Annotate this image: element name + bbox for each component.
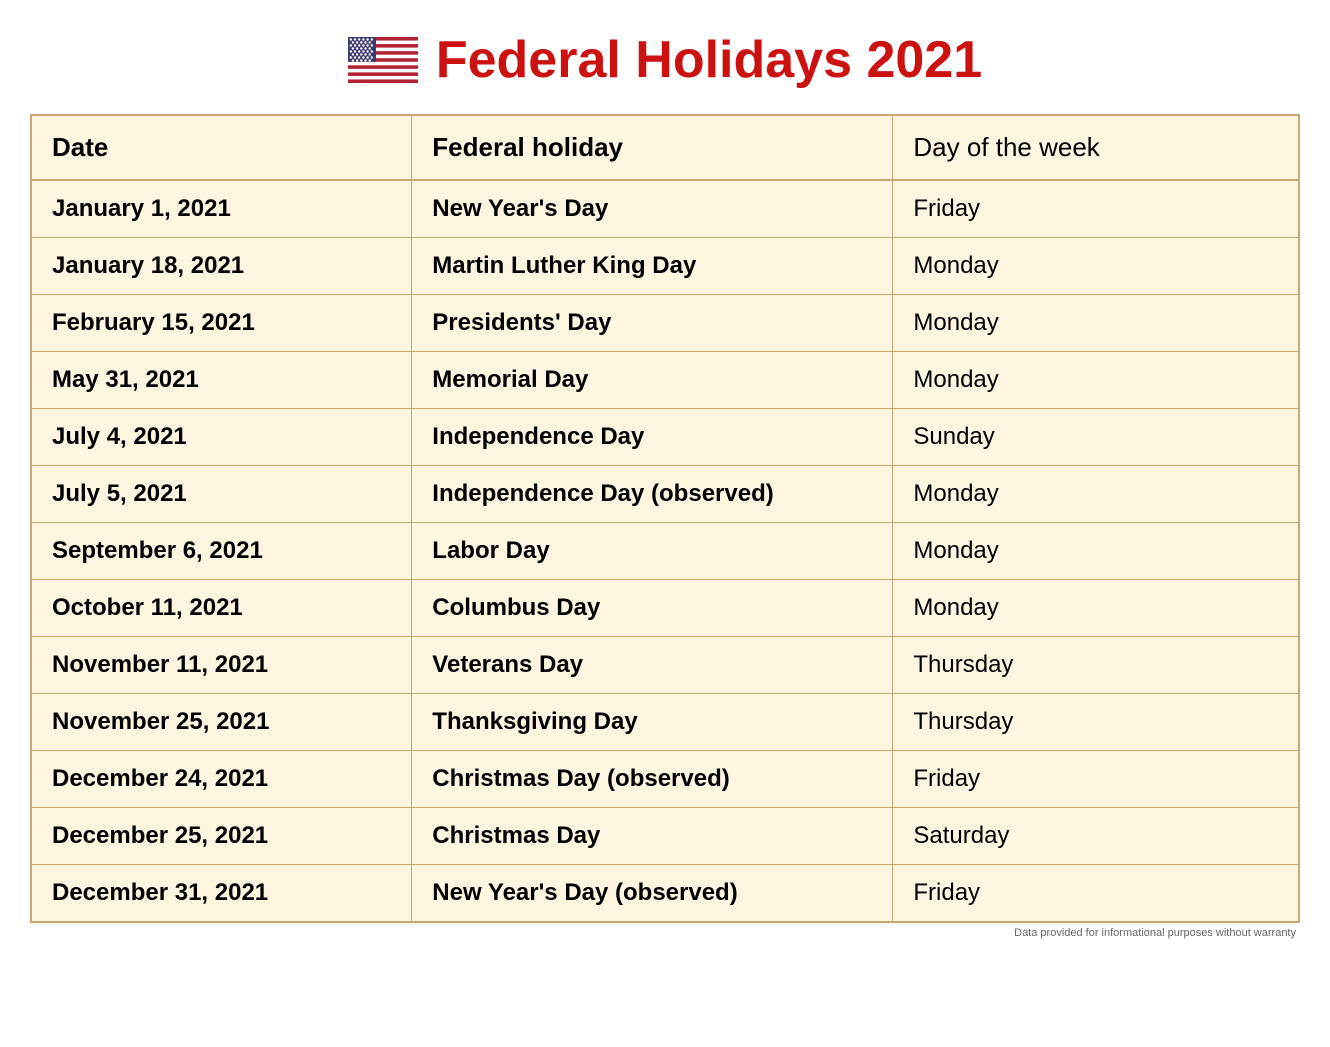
cell-holiday: Independence Day bbox=[412, 409, 893, 466]
cell-date: July 4, 2021 bbox=[32, 409, 412, 466]
cell-day: Thursday bbox=[893, 637, 1298, 694]
table-row: December 24, 2021Christmas Day (observed… bbox=[32, 751, 1298, 808]
cell-holiday: Presidents' Day bbox=[412, 295, 893, 352]
cell-day: Monday bbox=[893, 466, 1298, 523]
cell-holiday: Memorial Day bbox=[412, 352, 893, 409]
cell-day: Friday bbox=[893, 180, 1298, 238]
cell-holiday: Martin Luther King Day bbox=[412, 238, 893, 295]
table-row: November 25, 2021Thanksgiving DayThursda… bbox=[32, 694, 1298, 751]
cell-holiday: Labor Day bbox=[412, 523, 893, 580]
table-row: December 31, 2021New Year's Day (observe… bbox=[32, 865, 1298, 922]
cell-holiday: Christmas Day bbox=[412, 808, 893, 865]
table-row: February 15, 2021Presidents' DayMonday bbox=[32, 295, 1298, 352]
cell-holiday: Christmas Day (observed) bbox=[412, 751, 893, 808]
table-row: January 18, 2021Martin Luther King DayMo… bbox=[32, 238, 1298, 295]
cell-day: Friday bbox=[893, 865, 1298, 922]
table-row: July 4, 2021Independence DaySunday bbox=[32, 409, 1298, 466]
holidays-table-container: Date Federal holiday Day of the week Jan… bbox=[30, 114, 1300, 923]
cell-date: September 6, 2021 bbox=[32, 523, 412, 580]
cell-day: Friday bbox=[893, 751, 1298, 808]
cell-day: Monday bbox=[893, 295, 1298, 352]
cell-day: Saturday bbox=[893, 808, 1298, 865]
table-row: July 5, 2021Independence Day (observed)M… bbox=[32, 466, 1298, 523]
cell-holiday: Veterans Day bbox=[412, 637, 893, 694]
cell-date: November 25, 2021 bbox=[32, 694, 412, 751]
cell-date: May 31, 2021 bbox=[32, 352, 412, 409]
cell-date: December 25, 2021 bbox=[32, 808, 412, 865]
table-row: December 25, 2021Christmas DaySaturday bbox=[32, 808, 1298, 865]
cell-date: January 1, 2021 bbox=[32, 180, 412, 238]
cell-day: Monday bbox=[893, 352, 1298, 409]
cell-holiday: New Year's Day bbox=[412, 180, 893, 238]
cell-day: Thursday bbox=[893, 694, 1298, 751]
cell-day: Sunday bbox=[893, 409, 1298, 466]
page-header: Federal Holidays 2021 bbox=[348, 30, 982, 90]
cell-date: July 5, 2021 bbox=[32, 466, 412, 523]
column-header-date: Date bbox=[32, 116, 412, 180]
column-header-holiday: Federal holiday bbox=[412, 116, 893, 180]
cell-date: December 24, 2021 bbox=[32, 751, 412, 808]
cell-date: October 11, 2021 bbox=[32, 580, 412, 637]
footnote: Data provided for informational purposes… bbox=[30, 927, 1300, 939]
table-row: November 11, 2021Veterans DayThursday bbox=[32, 637, 1298, 694]
cell-date: November 11, 2021 bbox=[32, 637, 412, 694]
page-title: Federal Holidays 2021 bbox=[436, 30, 982, 90]
cell-date: January 18, 2021 bbox=[32, 238, 412, 295]
table-row: May 31, 2021Memorial DayMonday bbox=[32, 352, 1298, 409]
cell-holiday: Thanksgiving Day bbox=[412, 694, 893, 751]
cell-holiday: New Year's Day (observed) bbox=[412, 865, 893, 922]
cell-day: Monday bbox=[893, 238, 1298, 295]
cell-date: February 15, 2021 bbox=[32, 295, 412, 352]
cell-holiday: Columbus Day bbox=[412, 580, 893, 637]
table-row: October 11, 2021Columbus DayMonday bbox=[32, 580, 1298, 637]
cell-day: Monday bbox=[893, 580, 1298, 637]
us-flag-icon bbox=[348, 37, 418, 83]
holidays-table: Date Federal holiday Day of the week Jan… bbox=[32, 116, 1298, 921]
cell-date: December 31, 2021 bbox=[32, 865, 412, 922]
cell-holiday: Independence Day (observed) bbox=[412, 466, 893, 523]
cell-day: Monday bbox=[893, 523, 1298, 580]
column-header-day: Day of the week bbox=[893, 116, 1298, 180]
table-row: January 1, 2021New Year's DayFriday bbox=[32, 180, 1298, 238]
table-header-row: Date Federal holiday Day of the week bbox=[32, 116, 1298, 180]
table-row: September 6, 2021Labor DayMonday bbox=[32, 523, 1298, 580]
